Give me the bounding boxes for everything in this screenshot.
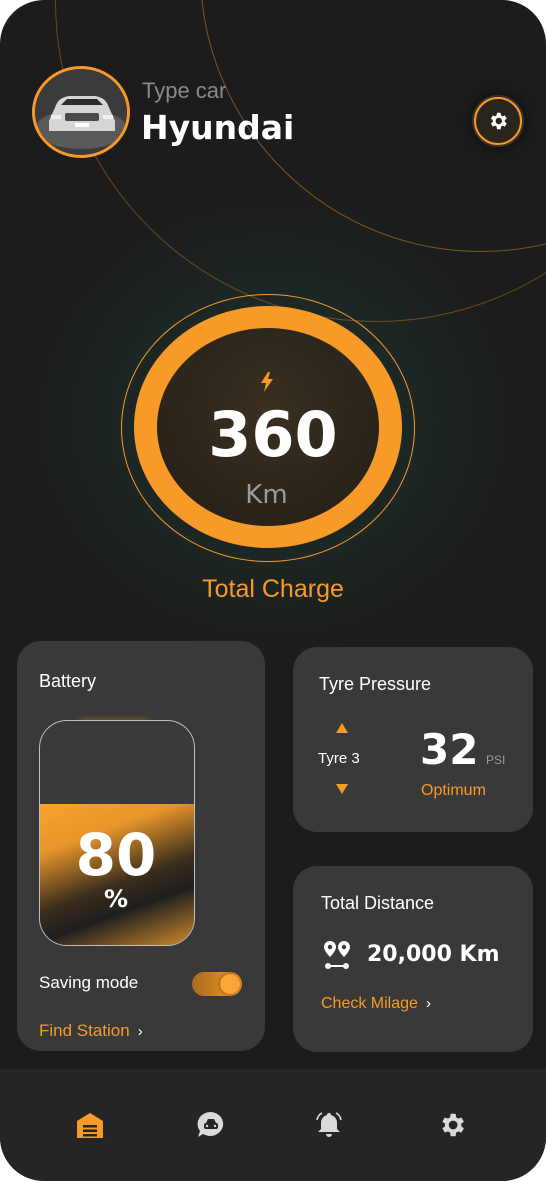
lightning-bolt-icon [261,372,273,392]
battery-percent-value: 80 [75,821,157,889]
car-photo-icon [35,69,127,155]
tyre-pressure-card: Tyre Pressure Tyre 3 32 PSI Optimum [293,647,533,832]
app-screen: Type car Hyundai 360 Km Total Charge Bat… [0,0,546,1181]
tyre-pressure-unit: PSI [486,753,506,767]
bottom-navigation [0,1069,546,1181]
nav-home[interactable] [73,1108,107,1142]
check-milage-link[interactable]: Check Milage › [321,995,431,1013]
car-name: Hyundai [141,108,295,147]
charge-value: 360 [208,398,338,471]
chevron-right-icon: › [137,1023,143,1040]
arrow-up-icon[interactable] [336,723,348,733]
battery-title: Battery [39,671,97,691]
route-pins-icon [324,941,350,969]
chevron-right-icon: › [425,995,431,1012]
tyre-selector-label: Tyre 3 [318,750,360,767]
total-distance-title: Total Distance [321,893,435,913]
garage-icon [77,1113,103,1138]
settings-ring [474,97,522,145]
battery-card: Battery 80 % Saving mode Find Station › [17,641,265,1051]
gear-icon [490,112,507,130]
settings-button[interactable] [472,95,524,147]
nav-settings[interactable] [435,1108,469,1142]
charge-unit: Km [245,480,288,510]
nav-notifications[interactable] [312,1108,346,1142]
total-distance-value: 20,000 Km [367,942,500,967]
gear-icon [442,1113,464,1137]
find-station-label: Find Station [39,1021,130,1040]
tyre-pressure-title: Tyre Pressure [319,674,432,694]
find-station-link[interactable]: Find Station › [39,1021,143,1041]
check-milage-label: Check Milage [321,995,418,1012]
chat-car-icon [197,1111,224,1137]
decorative-arc [55,0,546,322]
arrow-down-icon[interactable] [336,784,348,794]
total-distance-card: Total Distance 20,000 Km Check Milage › [293,866,533,1052]
saving-mode-toggle[interactable] [192,972,242,996]
type-car-label: Type car [142,78,227,103]
saving-mode-label: Saving mode [39,973,139,992]
tyre-pressure-value: 32 [420,725,479,774]
tyre-status: Optimum [421,782,486,799]
battery-percent-unit: % [103,885,129,913]
toggle-knob [220,974,240,994]
nav-messages[interactable] [194,1108,228,1142]
car-avatar[interactable] [32,66,130,158]
bell-icon [316,1112,342,1137]
total-charge-label: Total Charge [202,575,344,603]
